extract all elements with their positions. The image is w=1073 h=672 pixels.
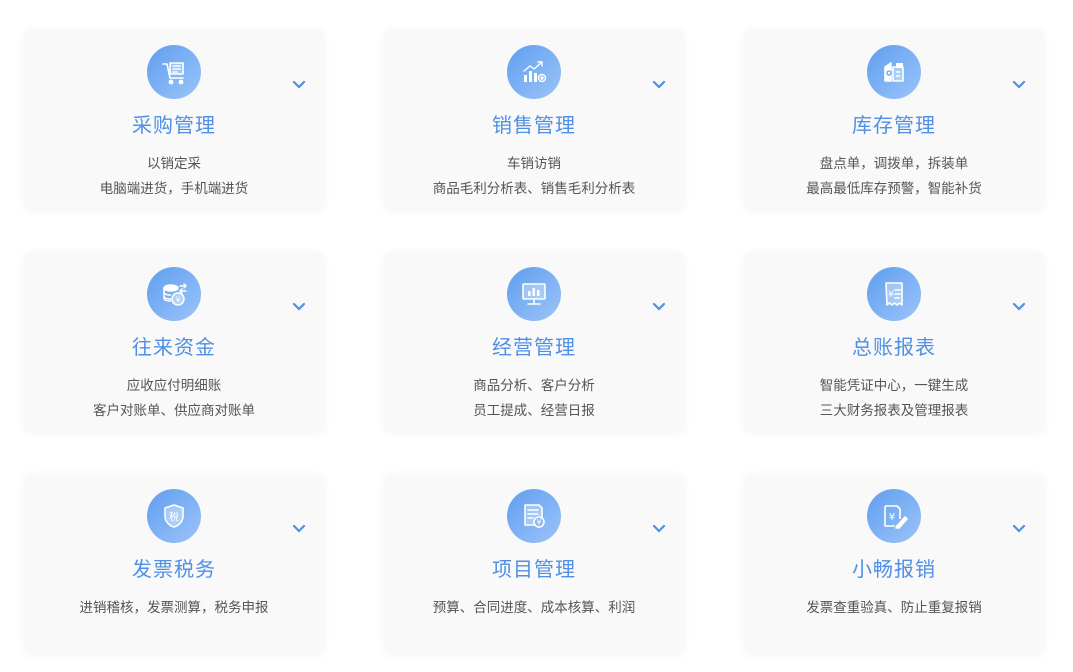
card-line: 发票查重验真、防止重复报销 [806, 600, 982, 616]
card-line: 智能凭证中心，一键生成 [819, 378, 969, 394]
chevron-down-icon[interactable] [1011, 523, 1027, 535]
card-title: 小畅报销 [852, 557, 936, 581]
card-title: 往来资金 [132, 335, 216, 359]
card-line: 应收应付明细账 [126, 378, 222, 394]
sales-chart-icon [507, 45, 561, 99]
chevron-down-icon[interactable] [291, 523, 307, 535]
card-description: 进销稽核，发票测算，税务申报 [25, 596, 323, 621]
card-inventory[interactable]: 库存管理 盘点单，调拨单，拆装单 最高最低库存预警，智能补货 [745, 30, 1043, 208]
card-line: 商品分析、客户分析 [473, 378, 595, 394]
svg-text:税: 税 [169, 511, 179, 524]
feature-grid: 采购管理 以销定采 电脑端进货，手机端进货 销售管理 车销访销 商品毛利分析表、… [0, 0, 1073, 672]
card-line: 以销定采 [147, 156, 201, 172]
card-project[interactable]: ¥ 项目管理 预算、合同进度、成本核算、利润 [385, 474, 683, 652]
card-sales[interactable]: 销售管理 车销访销 商品毛利分析表、销售毛利分析表 [385, 30, 683, 208]
reimbursement-pen-icon: ¥ [867, 489, 921, 543]
card-description: 车销访销 商品毛利分析表、销售毛利分析表 [385, 152, 683, 202]
svg-text:¥: ¥ [888, 290, 894, 300]
card-ledger[interactable]: ¥ 总账报表 智能凭证中心，一键生成 三大财务报表及管理报表 [745, 252, 1043, 430]
card-title: 销售管理 [492, 113, 576, 137]
chevron-down-icon[interactable] [651, 301, 667, 313]
funds-coins-icon: ¥ [147, 267, 201, 321]
card-line: 三大财务报表及管理报表 [819, 403, 969, 419]
card-line: 电脑端进货，手机端进货 [99, 181, 249, 197]
operation-monitor-icon [507, 267, 561, 321]
card-title: 库存管理 [852, 113, 936, 137]
card-line: 进销稽核，发票测算，税务申报 [79, 600, 269, 616]
svg-text:¥: ¥ [537, 518, 542, 527]
card-title: 项目管理 [492, 557, 576, 581]
chevron-down-icon[interactable] [291, 301, 307, 313]
card-line: 员工提成、经营日报 [473, 403, 595, 419]
card-line: 盘点单，调拨单，拆装单 [819, 156, 969, 172]
card-reimbursement[interactable]: ¥ 小畅报销 发票查重验真、防止重复报销 [745, 474, 1043, 652]
card-description: 发票查重验真、防止重复报销 [745, 596, 1043, 621]
card-line: 车销访销 [507, 156, 561, 172]
chevron-down-icon[interactable] [651, 523, 667, 535]
card-title: 总账报表 [852, 335, 936, 359]
card-line: 预算、合同进度、成本核算、利润 [432, 600, 636, 616]
chevron-down-icon[interactable] [1011, 79, 1027, 91]
card-line: 最高最低库存预警，智能补货 [806, 181, 982, 197]
project-document-icon: ¥ [507, 489, 561, 543]
purchase-cart-icon [147, 45, 201, 99]
chevron-down-icon[interactable] [1011, 301, 1027, 313]
card-description: 智能凭证中心，一键生成 三大财务报表及管理报表 [745, 374, 1043, 424]
card-description: 商品分析、客户分析 员工提成、经营日报 [385, 374, 683, 424]
inventory-box-icon [867, 45, 921, 99]
chevron-down-icon[interactable] [651, 79, 667, 91]
tax-shield-icon: 税 [147, 489, 201, 543]
card-line: 商品毛利分析表、销售毛利分析表 [432, 181, 636, 197]
card-title: 经营管理 [492, 335, 576, 359]
card-purchase[interactable]: 采购管理 以销定采 电脑端进货，手机端进货 [25, 30, 323, 208]
card-line: 客户对账单、供应商对账单 [93, 403, 255, 419]
card-description: 以销定采 电脑端进货，手机端进货 [25, 152, 323, 202]
card-tax[interactable]: 税 发票税务 进销稽核，发票测算，税务申报 [25, 474, 323, 652]
svg-text:¥: ¥ [175, 296, 180, 305]
svg-text:¥: ¥ [889, 512, 895, 523]
ledger-report-icon: ¥ [867, 267, 921, 321]
card-title: 采购管理 [132, 113, 216, 137]
card-description: 应收应付明细账 客户对账单、供应商对账单 [25, 374, 323, 424]
card-funds[interactable]: ¥ 往来资金 应收应付明细账 客户对账单、供应商对账单 [25, 252, 323, 430]
card-description: 盘点单，调拨单，拆装单 最高最低库存预警，智能补货 [745, 152, 1043, 202]
chevron-down-icon[interactable] [291, 79, 307, 91]
card-operation[interactable]: 经营管理 商品分析、客户分析 员工提成、经营日报 [385, 252, 683, 430]
card-description: 预算、合同进度、成本核算、利润 [385, 596, 683, 621]
card-title: 发票税务 [132, 557, 216, 581]
